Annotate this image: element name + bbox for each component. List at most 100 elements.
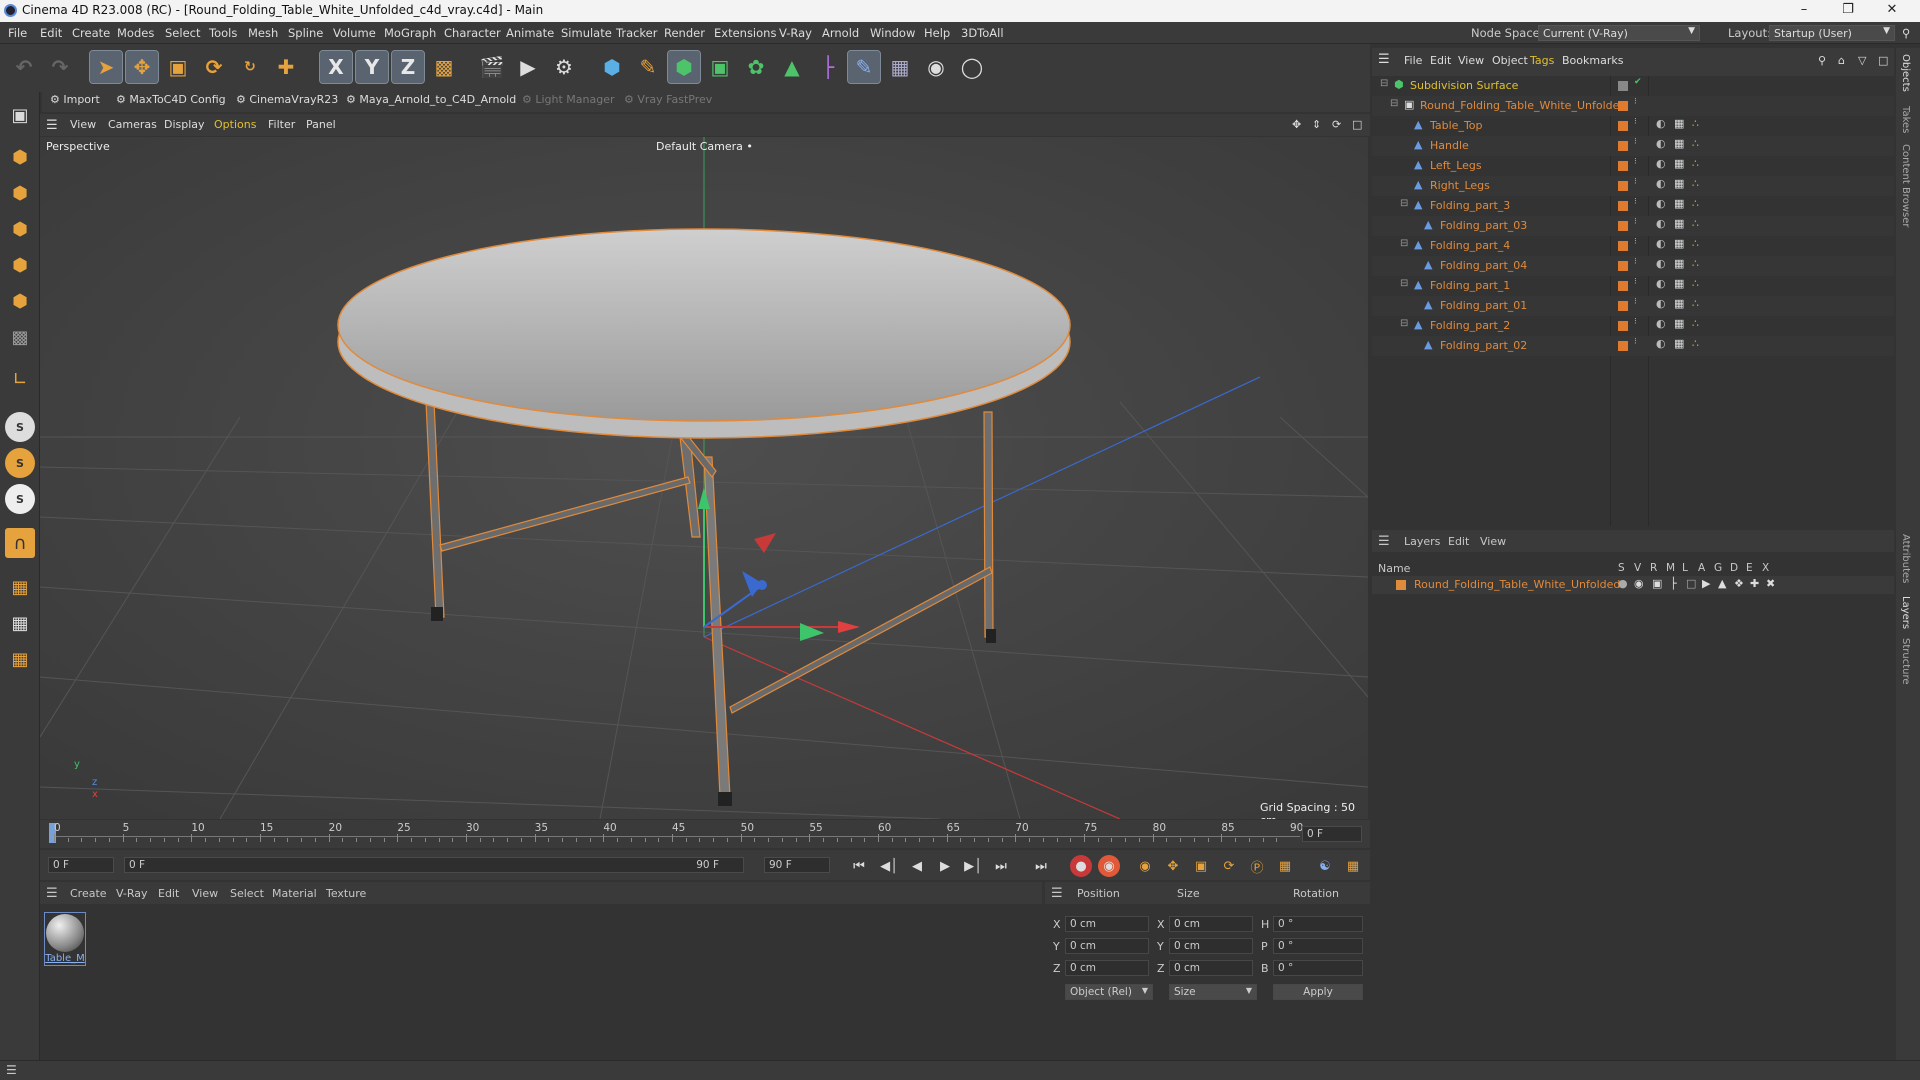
redo-icon[interactable]: ↷ [44,51,76,83]
size-mode-dropdown[interactable]: Size ▼ [1169,984,1257,1000]
menu-window[interactable]: Window [870,26,915,40]
menu-file[interactable]: File [8,26,27,40]
enabled-check-icon[interactable]: ✔ [1634,77,1642,87]
filter-icon[interactable]: ▽ [1858,54,1866,67]
object-row[interactable]: ▲ Table_Top ⁝ ◐ ▦ ∴ [1372,116,1894,136]
add-tool-icon[interactable]: ✚ [270,51,302,83]
rotation-key-icon[interactable]: ⟳ [1218,855,1240,877]
uvw-tag-icon[interactable]: ∴ [1692,177,1699,190]
pan-view-icon[interactable]: ✥ [1292,118,1301,131]
y-axis-lock-button[interactable]: Y [355,50,389,84]
material-tag-icon[interactable]: ▦ [1674,177,1684,190]
render-picture-viewer-icon[interactable]: ▶ [512,51,544,83]
viewport-menu-view[interactable]: View [70,118,96,131]
phong-tag-icon[interactable]: ◐ [1656,237,1666,250]
viewport-menu-options[interactable]: Options [214,118,256,131]
menu-select[interactable]: Select [165,26,200,40]
camera-label[interactable]: Default Camera • [656,140,753,153]
menu-animate[interactable]: Animate [506,26,554,40]
previous-frame-icon[interactable]: ◀ [906,855,928,877]
visibility-dots-icon[interactable]: ⁝ [1634,317,1637,327]
phong-tag-icon[interactable]: ◐ [1656,257,1666,270]
layer-column-header[interactable]: S [1618,562,1625,574]
material-tag-icon[interactable]: ▦ [1674,257,1684,270]
polygon-mode-icon[interactable]: ⬢ [5,286,35,316]
obj-menu-object[interactable]: Object [1492,54,1528,67]
phong-tag-icon[interactable]: ◐ [1656,117,1666,130]
timeline-window-icon[interactable]: ▦ [1342,855,1364,877]
search-icon[interactable]: ⚲ [1902,26,1910,40]
object-row[interactable]: ▲ Folding_part_03 ⁝ ◐ ▦ ∴ [1372,216,1894,236]
render-view-icon[interactable]: 🎬 [476,51,508,83]
scale-icon[interactable]: ▣ [162,51,194,83]
uvw-tag-icon[interactable]: ∴ [1692,237,1699,250]
mat-menu-edit[interactable]: Edit [158,887,179,900]
tab-layers[interactable]: Layers [1900,596,1911,629]
phong-tag-icon[interactable]: ◐ [1656,297,1666,310]
layer-generator-icon[interactable]: ▲ [1718,577,1726,590]
current-frame-field[interactable]: 0 F [1302,826,1362,842]
rotate-view-icon[interactable]: ⟳ [1332,118,1341,131]
material-tag-icon[interactable]: ▦ [1674,337,1684,350]
layer-color-swatch[interactable] [1618,281,1628,291]
cube-icon[interactable]: ⬢ [596,51,628,83]
snap-s-white-icon[interactable]: S [5,484,35,514]
layer-row[interactable]: Round_Folding_Table_White_Unfolded ● ◉ ▣… [1372,576,1894,594]
live-selection-icon[interactable]: ➤ [89,50,123,84]
recent-tools-icon[interactable]: ↻ [234,51,266,83]
light-icon[interactable]: ◯ [956,51,988,83]
layer-column-header[interactable]: L [1682,562,1688,574]
mat-menu-view[interactable]: View [192,887,218,900]
object-row[interactable]: ⊟ ⬢ Subdivision Surface ✔ [1372,76,1894,96]
phong-tag-icon[interactable]: ◐ [1656,177,1666,190]
material-tag-icon[interactable]: ▦ [1674,137,1684,150]
dolly-view-icon[interactable]: ⇕ [1312,118,1321,131]
uvw-tag-icon[interactable]: ∴ [1692,117,1699,130]
menu-tracker[interactable]: Tracker [616,26,658,40]
layer-render-icon[interactable]: ▣ [1652,577,1662,590]
layer-color-swatch[interactable] [1618,321,1628,331]
mat-menu-vray[interactable]: V-Ray [116,887,148,900]
move-icon[interactable]: ✥ [125,50,159,84]
visibility-dots-icon[interactable]: ⁝ [1634,237,1637,247]
cinemavray-button[interactable]: ⚙ CinemaVrayR23 [236,93,338,106]
minimize-icon[interactable]: – [1784,2,1824,20]
layer-animation-icon[interactable]: ▶ [1702,577,1710,590]
position-x-field[interactable]: 0 cm [1065,916,1149,932]
next-key-icon[interactable]: ⏭ [990,855,1012,877]
viewport-menu-filter[interactable]: Filter [268,118,295,131]
tab-objects[interactable]: Objects [1900,54,1911,92]
uvw-tag-icon[interactable]: ∴ [1692,297,1699,310]
layer-lock-icon[interactable]: □ [1686,577,1696,590]
autokey-icon[interactable]: ◉ [1098,855,1120,877]
maxtoc4d-config-button[interactable]: ⚙ MaxToC4D Config [116,93,226,106]
end-frame-field[interactable]: 90 F [764,857,830,873]
floor-icon[interactable]: ▦ [884,51,916,83]
viewport-menu-display[interactable]: Display [164,118,205,131]
layer-color-swatch[interactable] [1618,101,1628,111]
object-row[interactable]: ▲ Left_Legs ⁝ ◐ ▦ ∴ [1372,156,1894,176]
vray-fastprev-button[interactable]: ⚙ Vray FastPrev [624,93,712,106]
visibility-dots-icon[interactable]: ⁝ [1634,97,1637,107]
layer-color-swatch[interactable] [1618,121,1628,131]
object-row[interactable]: ⊟ ▲ Folding_part_3 ⁝ ◐ ▦ ∴ [1372,196,1894,216]
layer-color-swatch[interactable] [1618,161,1628,171]
menu-create[interactable]: Create [72,26,110,40]
maximize-view-icon[interactable]: □ [1352,118,1362,131]
mat-menu-material[interactable]: Material [272,887,317,900]
record-icon[interactable]: ● [1070,855,1092,877]
menu-edit[interactable]: Edit [40,26,62,40]
obj-menu-file[interactable]: File [1404,54,1422,67]
obj-menu-tags[interactable]: Tags [1530,54,1554,67]
size-z-field[interactable]: 0 cm [1169,960,1253,976]
visibility-dots-icon[interactable]: ⁝ [1634,277,1637,287]
menu-tools[interactable]: Tools [209,26,237,40]
phong-tag-icon[interactable]: ◐ [1656,197,1666,210]
material-thumbnail[interactable]: Table_M [44,912,86,966]
previous-key-icon[interactable]: ◀│ [878,855,900,877]
points-mode-icon[interactable]: ⬢ [5,142,35,172]
grid-plane-icon[interactable]: ▦ [5,572,35,602]
layer-color-swatch[interactable] [1618,221,1628,231]
import-button[interactable]: ⚙ Import [50,93,100,106]
phong-tag-icon[interactable]: ◐ [1656,317,1666,330]
